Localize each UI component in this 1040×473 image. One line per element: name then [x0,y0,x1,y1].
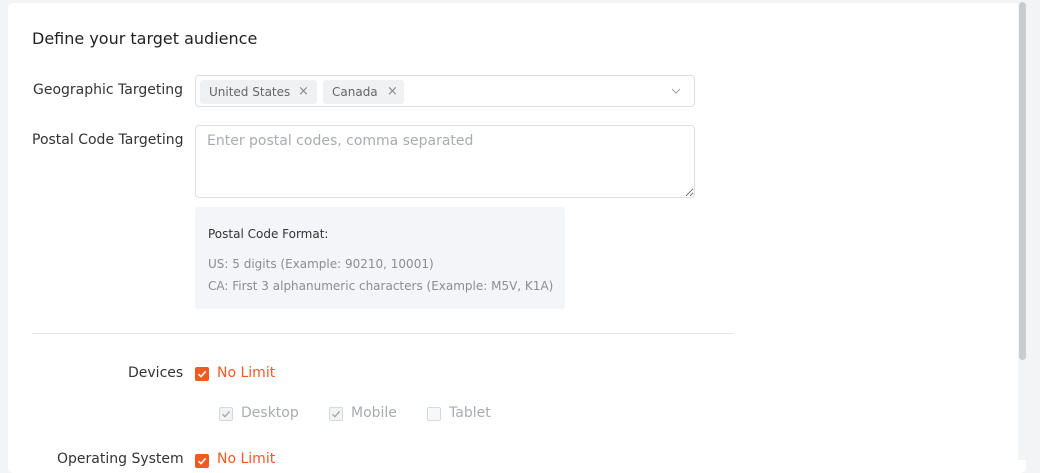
hint-title: Postal Code Format: [208,227,329,241]
devices-no-limit-label[interactable]: No Limit [217,365,275,381]
os-label: Operating System [57,451,184,467]
check-icon [197,370,207,378]
check-icon [332,410,341,418]
postal-format-hint: Postal Code Format: US: 5 digits (Exampl… [195,207,565,309]
devices-label: Devices [128,365,184,381]
desktop-checkbox[interactable] [219,407,233,421]
os-no-limit-label[interactable]: No Limit [217,451,275,467]
scrollbar-thumb[interactable] [1019,2,1026,360]
check-icon [222,410,231,418]
postal-code-input[interactable] [195,125,695,198]
geo-select[interactable]: United States × Canada × [195,75,695,107]
section-title: Define your target audience [32,29,258,48]
geo-label: Geographic Targeting [33,82,184,98]
close-icon[interactable]: × [298,80,309,104]
check-icon [197,457,207,465]
close-icon[interactable]: × [387,80,398,104]
divider [32,333,733,334]
tablet-checkbox[interactable] [427,407,441,421]
tag-label: Canada [332,85,378,99]
hint-line-us: US: 5 digits (Example: 90210, 10001) [208,257,434,271]
mobile-checkbox[interactable] [329,407,343,421]
chevron-down-icon[interactable] [669,84,683,98]
os-no-limit-checkbox[interactable] [195,454,209,468]
tag-canada: Canada × [323,80,404,104]
devices-no-limit-checkbox[interactable] [195,367,209,381]
tablet-label[interactable]: Tablet [449,405,491,421]
tag-united-states: United States × [200,80,317,104]
mobile-label[interactable]: Mobile [351,405,397,421]
tag-label: United States [209,85,291,99]
postal-label: Postal Code Targeting [32,132,184,148]
desktop-label[interactable]: Desktop [241,405,299,421]
hint-line-ca: CA: First 3 alphanumeric characters (Exa… [208,279,554,293]
